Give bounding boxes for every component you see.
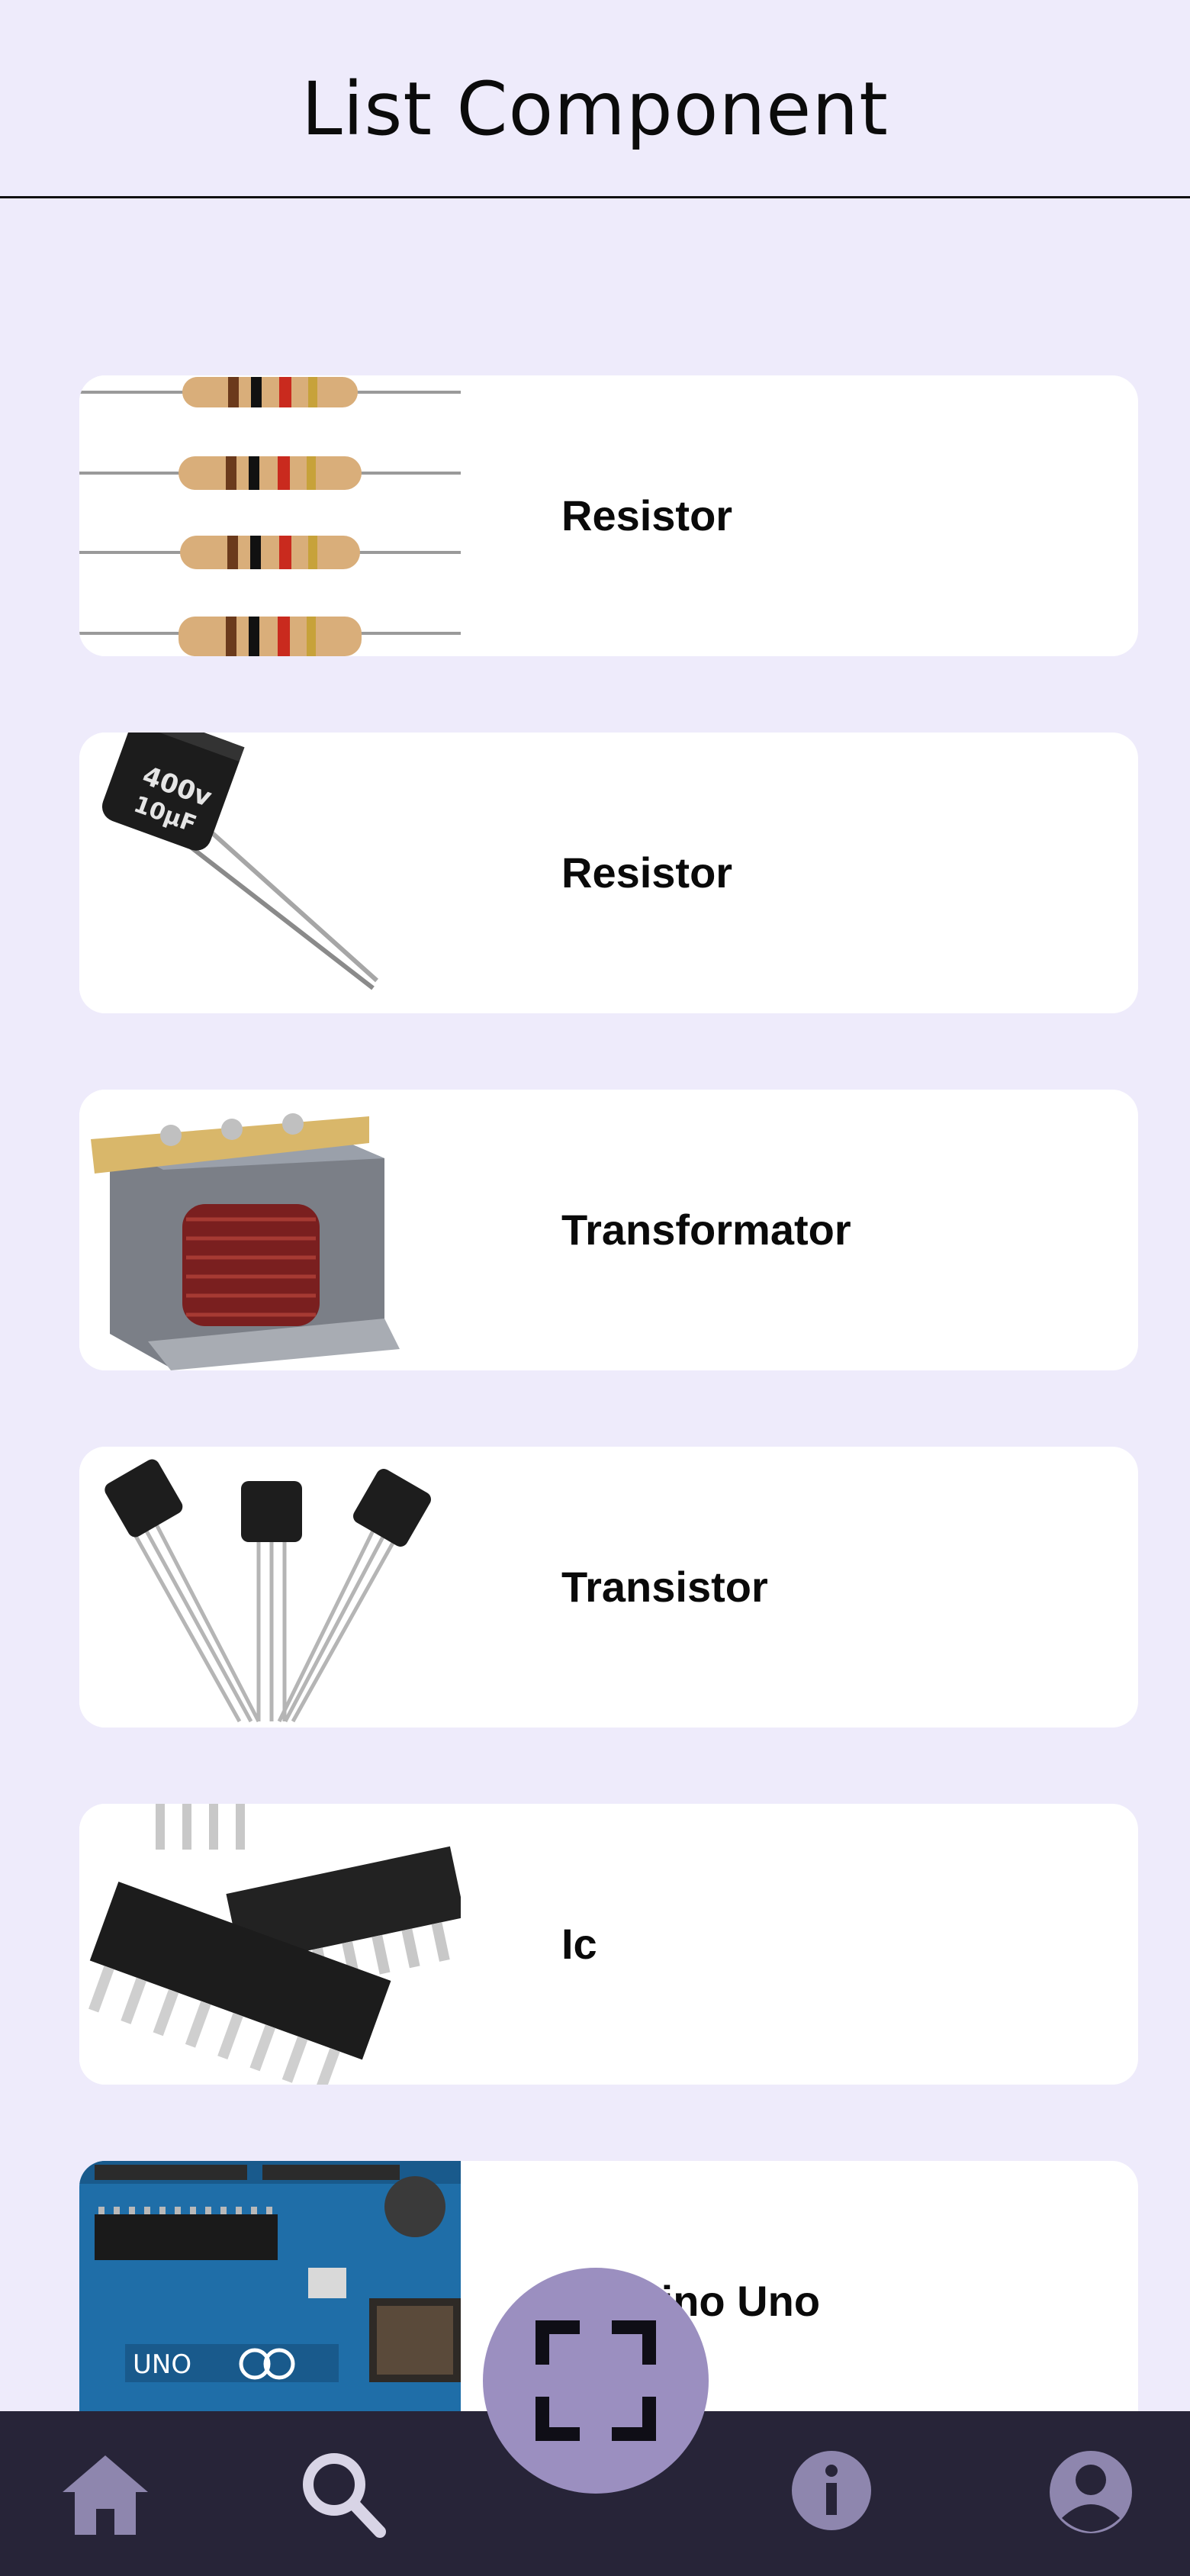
search-icon — [303, 2453, 386, 2538]
home-icon — [63, 2455, 148, 2535]
list-item-label: Transistor — [561, 1563, 768, 1611]
transformer-photo — [79, 1090, 461, 1370]
nav-search[interactable] — [290, 2442, 397, 2549]
list-item[interactable]: Ic — [79, 1804, 1138, 2085]
list-item-label: Transformator — [561, 1206, 851, 1254]
list-item-label: Resistor — [561, 491, 733, 539]
list-item[interactable]: 400v 10µF Resistor — [79, 733, 1138, 1013]
component-list: Resistor 400v 10µF Resistor Transformato… — [0, 0, 1190, 2576]
info-icon — [792, 2451, 871, 2530]
ic-chip-photo — [79, 1804, 461, 2085]
scan-icon — [536, 2320, 656, 2441]
account-icon — [1050, 2451, 1132, 2533]
capacitor-photo: 400v 10µF — [79, 733, 461, 1013]
transistor-photo — [79, 1447, 461, 1728]
arduino-board-photo: UNO — [79, 2161, 461, 2442]
list-item[interactable]: Transistor — [79, 1447, 1138, 1728]
resistor-photo — [79, 375, 461, 656]
list-item-label: Resistor — [561, 848, 733, 897]
nav-info[interactable] — [778, 2442, 885, 2549]
svg-text:UNO: UNO — [133, 2349, 191, 2380]
list-item[interactable]: Transformator — [79, 1090, 1138, 1370]
scan-button[interactable] — [483, 2268, 709, 2494]
nav-account[interactable] — [1037, 2442, 1144, 2549]
list-item[interactable]: Resistor — [79, 375, 1138, 656]
nav-home[interactable] — [52, 2442, 159, 2549]
list-item-label: Ic — [561, 1920, 597, 1968]
